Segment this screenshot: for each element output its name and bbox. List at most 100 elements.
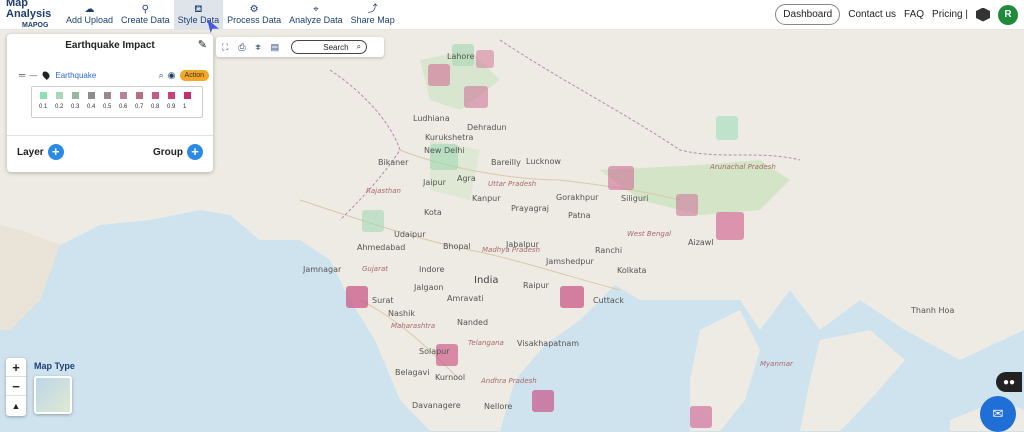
visibility-eye-icon[interactable]: ◉ bbox=[168, 70, 176, 81]
map-place-label: Gorakhpur bbox=[556, 193, 599, 202]
legend-swatch bbox=[72, 92, 79, 99]
map-place-label: Aizawl bbox=[688, 238, 714, 247]
zoom-in-button[interactable]: + bbox=[6, 358, 26, 377]
map-place-label: Lucknow bbox=[526, 157, 561, 166]
heat-cell bbox=[716, 212, 744, 240]
paint-bucket-icon: ⛾ bbox=[194, 4, 203, 15]
map-place-label: Maharashtra bbox=[391, 322, 436, 330]
legend-swatch bbox=[120, 92, 127, 99]
point-layer-icon bbox=[41, 70, 52, 80]
legend-swatch bbox=[104, 92, 111, 99]
map-place-label: India bbox=[474, 275, 499, 286]
app-title: Map Analysis bbox=[6, 0, 52, 20]
heat-cell bbox=[560, 286, 584, 308]
map-type-thumbnail[interactable] bbox=[34, 376, 72, 414]
measure-icon[interactable]: ⩨ bbox=[256, 42, 261, 53]
map-place-label: Surat bbox=[372, 296, 394, 305]
map-toolbar: ⛶ ⎙ ⩨ ▤ Search ⌕ bbox=[216, 37, 384, 57]
print-icon[interactable]: ⎙ bbox=[238, 42, 245, 53]
legend-swatch bbox=[56, 92, 63, 99]
legend-label: 0.7 bbox=[135, 104, 144, 110]
legend-label: 0.4 bbox=[87, 104, 96, 110]
top-bar: Map Analysis MAPOG ☁ Add Upload ⚲ Create Da… bbox=[0, 0, 1024, 30]
user-avatar[interactable]: R bbox=[998, 4, 1018, 25]
add-group-button[interactable]: Group + bbox=[153, 144, 203, 160]
map-place-label: Myanmar bbox=[760, 360, 793, 368]
dashboard-button[interactable]: Dashboard bbox=[775, 4, 841, 25]
map-place-label: Solapur bbox=[419, 347, 450, 356]
map-place-label: Thanh Hoa bbox=[911, 306, 955, 315]
heat-cell bbox=[476, 50, 494, 68]
contact-link[interactable]: Contact us bbox=[848, 9, 896, 20]
layer-panel: Earthquake Impact ✎ ═ — Earthquake ⌕ ◉ A… bbox=[7, 34, 213, 172]
cloud-upload-icon: ☁ bbox=[84, 4, 95, 15]
compass-north-icon[interactable]: ▲ bbox=[6, 396, 26, 415]
fullscreen-icon[interactable]: ⛶ bbox=[222, 42, 228, 53]
legend-label: 0.6 bbox=[119, 104, 128, 110]
nav-style-data[interactable]: ⛾ Style Data bbox=[173, 0, 224, 30]
map-place-label: Bhopal bbox=[443, 242, 471, 251]
zoom-out-button[interactable]: − bbox=[6, 377, 26, 396]
app-logo[interactable]: Map Analysis MAPOG bbox=[0, 0, 62, 31]
map-place-label: Davanagere bbox=[412, 401, 461, 410]
map-place-label: Ahmedabad bbox=[357, 243, 406, 252]
map-place-label: Visakhapatnam bbox=[517, 339, 580, 348]
map-place-label: Kurnool bbox=[435, 373, 466, 382]
layer-row[interactable]: ═ — Earthquake ⌕ ◉ Action bbox=[19, 68, 209, 82]
nav-create-data[interactable]: ⚲ Create Data bbox=[117, 0, 174, 30]
map-place-label: Siliguri bbox=[621, 194, 649, 203]
map-place-label: Indore bbox=[419, 265, 445, 274]
edit-pencil-icon[interactable]: ✎ bbox=[198, 38, 207, 51]
legend-box: 0.1 0.2 0.3 0.4 0.5 0.6 0.7 0.8 0.9 1 bbox=[31, 86, 203, 118]
heat-cell bbox=[464, 86, 488, 108]
legend-label: 0.8 bbox=[151, 104, 160, 110]
map-place-label: Amravati bbox=[447, 294, 484, 303]
map-place-label: Cuttack bbox=[593, 296, 624, 305]
share-icon: ⤴ bbox=[367, 4, 378, 15]
nav-label: Process Data bbox=[227, 15, 282, 25]
comment-icon[interactable]: ▤ bbox=[271, 42, 280, 53]
heat-cell bbox=[346, 286, 368, 308]
heat-cell bbox=[532, 390, 554, 412]
collapse-icon[interactable]: — bbox=[29, 71, 37, 80]
map-place-label: Uttar Pradesh bbox=[488, 180, 537, 188]
map-place-label: Jaipur bbox=[423, 178, 446, 187]
action-button[interactable]: Action bbox=[179, 69, 209, 81]
pricing-link[interactable]: Pricing | bbox=[932, 9, 968, 20]
faq-link[interactable]: FAQ bbox=[904, 9, 924, 20]
nav-label: Create Data bbox=[121, 15, 170, 25]
legend-label: 0.3 bbox=[71, 104, 80, 110]
layer-name[interactable]: Earthquake bbox=[55, 71, 96, 80]
map-place-label: Kurukshetra bbox=[425, 133, 474, 142]
legend-swatch bbox=[40, 92, 47, 99]
map-place-label: Lahore bbox=[447, 52, 475, 61]
search-button[interactable]: Search ⌕ bbox=[291, 40, 368, 54]
nav-add-upload[interactable]: ☁ Add Upload bbox=[62, 0, 117, 30]
drag-handle-icon[interactable]: ═ bbox=[19, 70, 25, 80]
nav-process-data[interactable]: ⚙ Process Data bbox=[223, 0, 285, 30]
map-place-label: Bikaner bbox=[378, 158, 409, 167]
map-place-label: Udaipur bbox=[394, 230, 426, 239]
map-place-label: Telangana bbox=[468, 339, 504, 347]
nav-analyze-data[interactable]: ⌖ Analyze Data bbox=[285, 0, 347, 30]
bot-chat-icon[interactable]: ●● bbox=[996, 372, 1022, 392]
map-place-label: Kota bbox=[424, 208, 442, 217]
map-place-label: Patna bbox=[568, 211, 591, 220]
add-layer-button[interactable]: Layer + bbox=[17, 144, 64, 160]
chat-bubble-icon[interactable]: ✉ bbox=[980, 396, 1016, 432]
legend-swatch bbox=[168, 92, 175, 99]
3d-cube-icon[interactable] bbox=[976, 7, 990, 22]
zoom-to-layer-icon[interactable]: ⌕ bbox=[159, 70, 164, 81]
map-place-label: Madhya Pradesh bbox=[482, 246, 541, 254]
legend-label: 0.1 bbox=[39, 104, 48, 110]
map-place-label: Jamnagar bbox=[303, 265, 342, 274]
map-place-label: Nellore bbox=[484, 402, 513, 411]
nav-share-map[interactable]: ⤴ Share Map bbox=[347, 0, 399, 30]
map-place-label: Belagavi bbox=[395, 368, 430, 377]
nav-label: Share Map bbox=[350, 15, 395, 25]
map-place-label: Gujarat bbox=[362, 265, 389, 273]
nav-label: Add Upload bbox=[66, 15, 114, 25]
legend-swatch bbox=[184, 92, 191, 99]
legend-swatch bbox=[152, 92, 159, 99]
map-place-label: Jamshedpur bbox=[546, 257, 594, 266]
